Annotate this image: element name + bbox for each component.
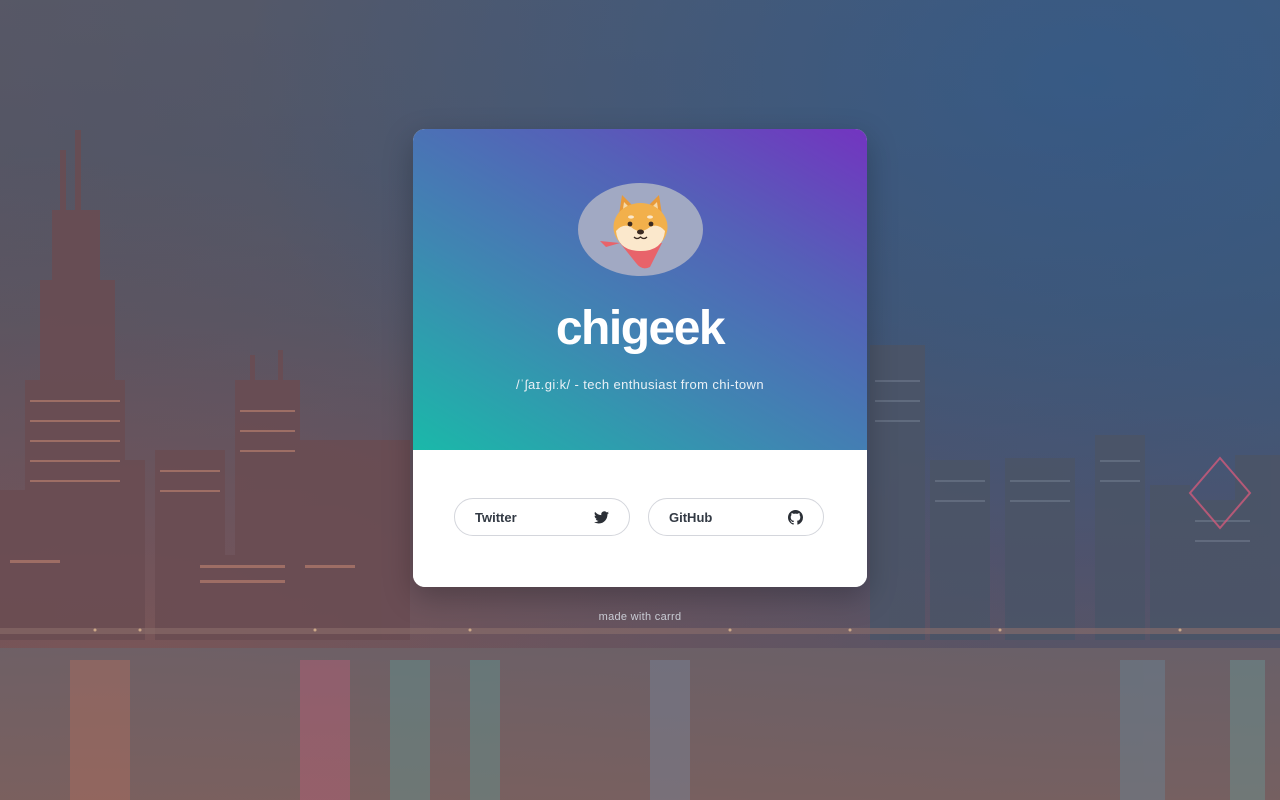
profile-card: chigeek /ˈʃaɪ.giːk/ - tech enthusiast fr… [413, 129, 867, 587]
github-button[interactable]: GitHub [648, 498, 824, 536]
links-section: Twitter GitHub [413, 450, 867, 587]
twitter-button-label: Twitter [475, 509, 517, 525]
github-icon [787, 509, 803, 525]
card-header: chigeek /ˈʃaɪ.giːk/ - tech enthusiast fr… [413, 129, 867, 450]
avatar [578, 183, 703, 276]
twitter-icon [593, 509, 609, 525]
shiba-dog-icon [600, 195, 668, 269]
footer-credit[interactable]: made with carrd [0, 611, 1280, 623]
github-button-label: GitHub [669, 509, 713, 525]
page-background: chigeek /ˈʃaɪ.giːk/ - tech enthusiast fr… [0, 0, 1280, 800]
page-title: chigeek [555, 302, 726, 355]
tagline: /ˈʃaɪ.giːk/ - tech enthusiast from chi-t… [516, 377, 764, 392]
twitter-button[interactable]: Twitter [454, 498, 630, 536]
